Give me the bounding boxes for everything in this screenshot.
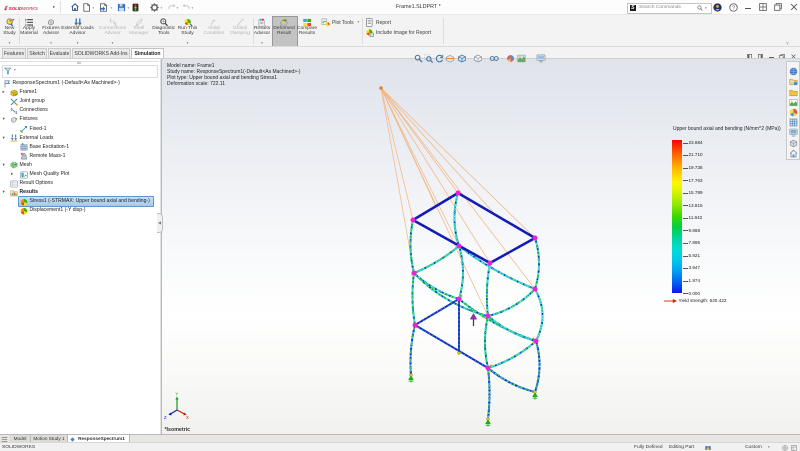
svg-text:X: X <box>186 415 189 420</box>
svg-text:?: ? <box>732 5 735 11</box>
svg-text:Y: Y <box>175 392 178 397</box>
svg-text:SOLIDWORKS: SOLIDWORKS <box>9 6 38 12</box>
svg-text:Z: Z <box>164 415 167 420</box>
